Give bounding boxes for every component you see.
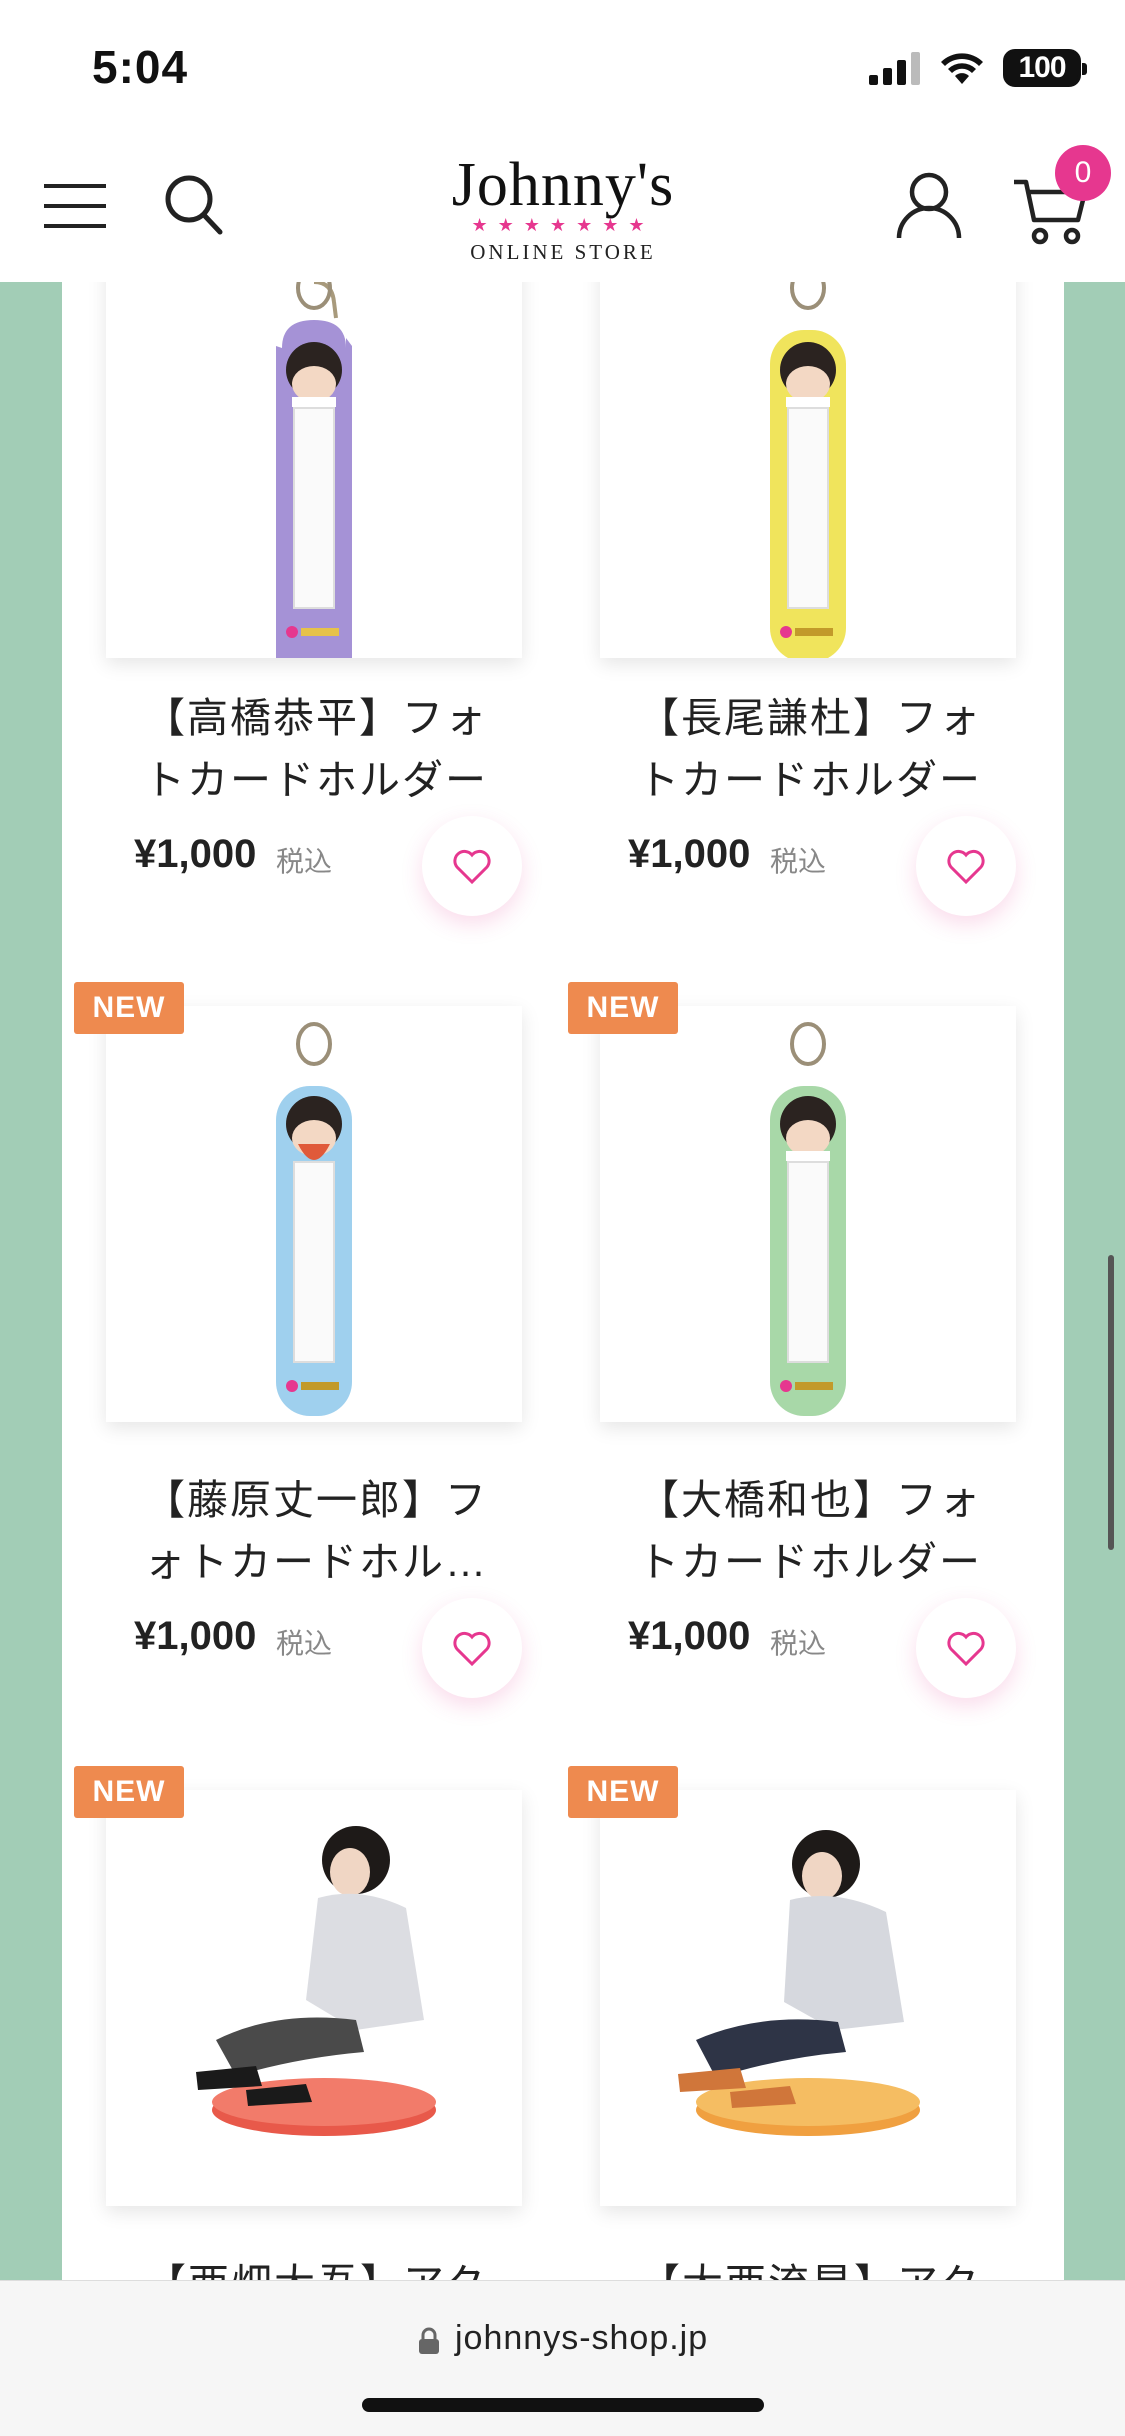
favorite-button[interactable] <box>422 816 522 916</box>
lock-icon <box>419 2327 439 2354</box>
page-background: 【高橋恭平】フォ トカードホルダー ¥1,000 税込 【長尾謙杜】フォ トカー… <box>0 282 1125 2280</box>
product-price: ¥1,000 <box>134 832 257 876</box>
battery-icon: 100 <box>1003 49 1087 87</box>
logo-wordmark: Johnny's <box>451 151 675 219</box>
product-name[interactable]: 【西畑大吾】アク <box>126 2253 506 2280</box>
tax-label: 税込 <box>276 1628 333 1659</box>
home-indicator[interactable] <box>362 2398 764 2412</box>
battery-level: 100 <box>1018 51 1066 84</box>
heart-icon <box>947 849 985 884</box>
logo-stars: ★★★★★★★ <box>471 215 655 235</box>
heart-icon <box>947 1631 985 1666</box>
photo-card-holder-image <box>770 1022 846 1416</box>
product-price: ¥1,000 <box>628 1614 751 1658</box>
heart-icon <box>453 849 491 884</box>
product-image[interactable] <box>106 1790 522 2206</box>
product-price: ¥1,000 <box>628 832 751 876</box>
product-image[interactable] <box>600 282 1016 658</box>
status-time: 5:04 <box>92 41 189 93</box>
new-badge: NEW <box>74 982 184 1034</box>
product-card[interactable]: 【長尾謙杜】フォ トカードホルダー ¥1,000 税込 <box>556 282 1056 942</box>
product-image[interactable] <box>600 1006 1016 1422</box>
product-name[interactable]: 【大西流星】アク <box>620 2253 1000 2280</box>
product-name[interactable]: 【長尾謙杜】フォ トカードホルダー <box>620 687 1000 811</box>
product-image[interactable] <box>106 282 522 658</box>
favorite-button[interactable] <box>916 816 1016 916</box>
account-icon[interactable] <box>896 172 962 240</box>
tax-label: 税込 <box>276 846 333 877</box>
tax-label: 税込 <box>770 1628 827 1659</box>
product-card[interactable]: 【高橋恭平】フォ トカードホルダー ¥1,000 税込 <box>62 282 562 942</box>
photo-card-holder-image <box>276 1022 352 1416</box>
favorite-button[interactable] <box>422 1598 522 1698</box>
product-image[interactable] <box>600 1790 1016 2206</box>
wifi-icon <box>941 53 983 84</box>
browser-url-bar[interactable]: johnnys-shop.jp <box>0 2280 1125 2436</box>
product-card[interactable]: NEW 【藤原丈一郎】フ ォトカードホル… ¥1,000 税込 <box>62 982 562 1698</box>
tax-label: 税込 <box>770 846 827 877</box>
acrylic-stand-image <box>678 1830 920 2136</box>
product-name[interactable]: 【大橋和也】フォ トカードホルダー <box>620 1469 1000 1593</box>
product-image[interactable] <box>106 1006 522 1422</box>
cart-count-badge: 0 <box>1055 145 1111 201</box>
photo-card-holder-image <box>770 282 846 658</box>
favorite-button[interactable] <box>916 1598 1016 1698</box>
product-card[interactable]: NEW 【大西流星】アク <box>556 1766 1056 2280</box>
site-header: Johnny's ★★★★★★★ ONLINE STORE <box>0 130 1125 282</box>
heart-icon <box>453 1631 491 1666</box>
product-name[interactable]: 【高橋恭平】フォ トカードホルダー <box>126 687 506 811</box>
photo-card-holder-image <box>276 282 352 658</box>
acrylic-stand-image <box>196 1826 436 2136</box>
product-name[interactable]: 【藤原丈一郎】フ ォトカードホル… <box>126 1469 506 1593</box>
product-card[interactable]: NEW 【大橋和也】フォ トカードホルダー ¥1,000 税込 <box>556 982 1056 1698</box>
product-price: ¥1,000 <box>134 1614 257 1658</box>
product-grid: 【高橋恭平】フォ トカードホルダー ¥1,000 税込 【長尾謙杜】フォ トカー… <box>62 282 1064 2280</box>
signal-icon <box>869 52 920 85</box>
menu-icon[interactable] <box>44 184 106 228</box>
search-icon[interactable] <box>164 174 224 236</box>
product-card[interactable]: NEW 【西畑大吾】アク <box>62 1766 562 2280</box>
new-badge: NEW <box>568 1766 678 1818</box>
logo-subtitle: ONLINE STORE <box>470 240 656 264</box>
store-logo[interactable]: Johnny's ★★★★★★★ ONLINE STORE <box>445 150 681 268</box>
status-bar: 5:04 100 <box>0 0 1125 130</box>
scrollbar[interactable] <box>1108 1255 1114 1550</box>
new-badge: NEW <box>568 982 678 1034</box>
status-icons: 100 <box>869 46 1087 90</box>
new-badge: NEW <box>74 1766 184 1818</box>
url-domain[interactable]: johnnys-shop.jp <box>455 2319 708 2358</box>
